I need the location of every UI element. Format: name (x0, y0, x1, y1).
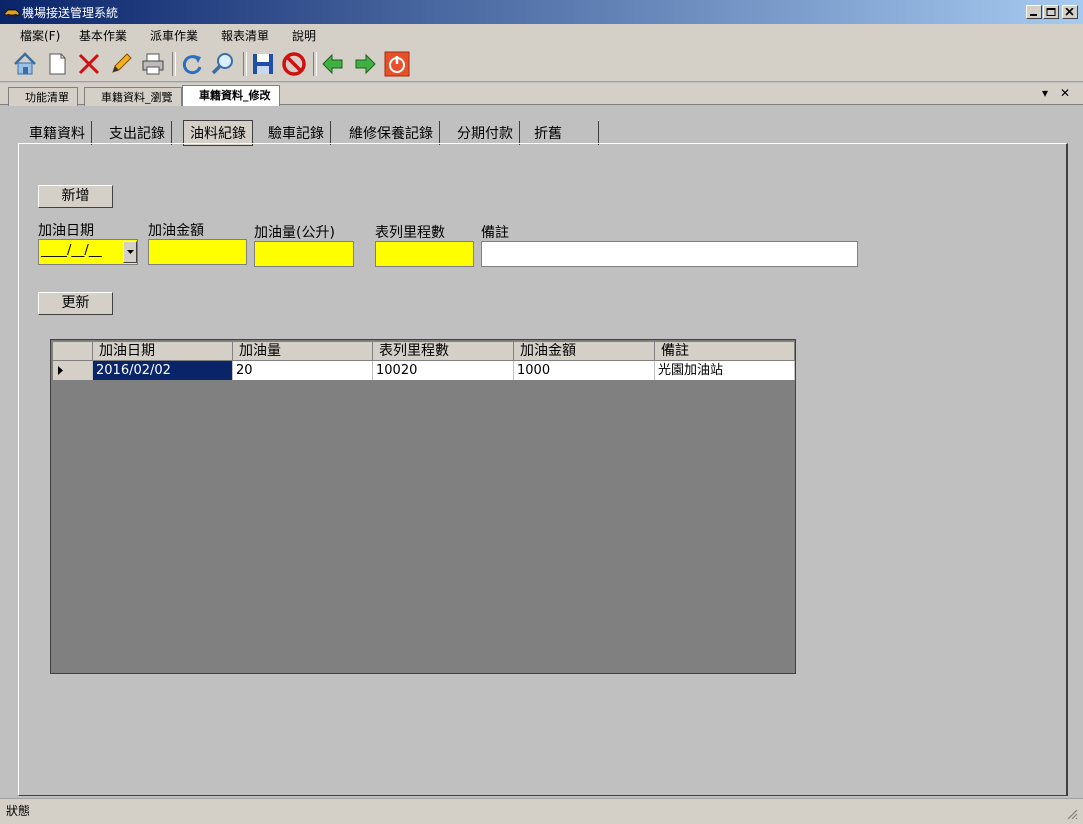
add-button[interactable]: 新增 (38, 185, 113, 208)
menu-reports[interactable]: 報表清單 (221, 27, 269, 44)
fuel-amount-input[interactable] (148, 239, 247, 265)
power-icon (384, 51, 410, 77)
resize-grip-icon[interactable] (1066, 808, 1078, 820)
cancel-button[interactable] (279, 49, 309, 79)
close-tab-icon[interactable]: ✕ (1060, 86, 1070, 100)
grid-cell-amount[interactable]: 1000 (514, 361, 655, 380)
label-note: 備註 (481, 225, 509, 241)
note-input[interactable] (481, 241, 858, 267)
doctab-vehicle-edit[interactable]: 車籍資料_修改 (182, 85, 280, 108)
label-fuel-date: 加油日期 (38, 223, 94, 239)
delete-button[interactable] (74, 49, 104, 79)
menu-basic-operations[interactable]: 基本作業 (79, 27, 127, 44)
grid-cell-date[interactable]: 2016/02/02 (93, 361, 233, 380)
menu-file[interactable]: 檔案(F) (20, 27, 60, 44)
row-pointer-icon (58, 366, 63, 375)
toolbar-separator (172, 52, 176, 76)
subtab-installment[interactable]: 分期付款 (451, 121, 520, 145)
print-button[interactable] (138, 49, 168, 79)
refresh-icon (182, 55, 202, 75)
grid-header-amount[interactable]: 加油金額 (514, 342, 655, 361)
back-button[interactable] (318, 49, 348, 79)
grid-corner (53, 342, 93, 361)
doctab-function-list[interactable]: 功能清單 (8, 87, 78, 107)
cancel-icon (282, 52, 306, 76)
document-tabs: 功能清單 車籍資料_瀏覽 車籍資料_修改 ▾ ✕ (0, 83, 1083, 108)
grid-header-date[interactable]: 加油日期 (93, 342, 233, 361)
update-button[interactable]: 更新 (38, 292, 113, 315)
maximize-button[interactable] (1043, 5, 1059, 19)
app-icon (4, 9, 20, 18)
back-arrow-icon (322, 53, 343, 75)
refresh-button[interactable] (177, 49, 207, 79)
fuel-date-picker[interactable]: ____/__/__ (38, 239, 138, 265)
grid-cell-odometer[interactable]: 10020 (373, 361, 514, 380)
odometer-input[interactable] (375, 241, 474, 267)
subtab-inspection-records[interactable]: 驗車記錄 (262, 121, 331, 145)
delete-icon (78, 53, 100, 75)
label-odometer: 表列里程數 (375, 225, 445, 241)
forward-button[interactable] (350, 49, 380, 79)
close-icon (1065, 8, 1074, 16)
label-fuel-volume: 加油量(公升) (254, 225, 335, 241)
doctab-vehicle-browse[interactable]: 車籍資料_瀏覽 (84, 87, 182, 107)
close-button[interactable] (1062, 5, 1078, 19)
chevron-down-icon[interactable]: ▾ (1042, 86, 1048, 100)
window-title: 機場接送管理系統 (22, 6, 119, 20)
new-button[interactable] (42, 49, 72, 79)
edit-pencil-icon (112, 53, 132, 73)
toolbar-separator (243, 52, 247, 76)
fuel-volume-input[interactable] (254, 241, 354, 267)
forward-arrow-icon (355, 53, 376, 75)
exit-button[interactable] (382, 49, 412, 79)
row-selector[interactable] (53, 361, 93, 380)
new-document-icon (49, 53, 66, 75)
subtab-expense-records[interactable]: 支出記錄 (103, 121, 172, 145)
status-bar: 狀態 (0, 798, 1083, 824)
grid-header-volume[interactable]: 加油量 (233, 342, 373, 361)
save-icon (253, 54, 273, 74)
toolbar (0, 46, 1083, 82)
search-button[interactable] (208, 49, 238, 79)
subtab-depreciation[interactable]: 折舊 (528, 121, 599, 145)
title-bar: 機場接送管理系統 (0, 0, 1083, 24)
grid-cell-volume[interactable]: 20 (233, 361, 373, 380)
save-button[interactable] (248, 49, 278, 79)
chevron-down-icon (127, 250, 134, 254)
toolbar-separator (313, 52, 317, 76)
subtab-vehicle-info[interactable]: 車籍資料 (23, 121, 92, 145)
maximize-icon (1046, 8, 1056, 16)
fuel-date-value: ____/__/__ (41, 243, 102, 258)
grid-header-note[interactable]: 備註 (655, 342, 795, 361)
grid-header-odometer[interactable]: 表列里程數 (373, 342, 514, 361)
minimize-button[interactable] (1026, 5, 1042, 19)
search-icon (211, 53, 233, 75)
date-dropdown-button[interactable] (123, 241, 137, 263)
grid-cell-note[interactable]: 光園加油站 (655, 361, 795, 380)
print-icon (142, 53, 164, 75)
home-button[interactable] (10, 49, 40, 79)
label-fuel-amount: 加油金額 (148, 223, 204, 239)
home-icon (14, 52, 36, 75)
menu-help[interactable]: 說明 (292, 27, 316, 44)
subtab-maintenance-records[interactable]: 維修保養記錄 (343, 121, 440, 145)
menu-dispatch[interactable]: 派車作業 (150, 27, 198, 44)
menu-bar: 檔案(F) 基本作業 派車作業 報表清單 說明 (0, 24, 1083, 46)
edit-button[interactable] (106, 49, 136, 79)
fuel-records-grid[interactable]: 加油日期 加油量 表列里程數 加油金額 備註 2016/02/02 20 100… (50, 339, 796, 674)
status-text: 狀態 (6, 804, 31, 818)
minimize-icon (1030, 14, 1037, 16)
